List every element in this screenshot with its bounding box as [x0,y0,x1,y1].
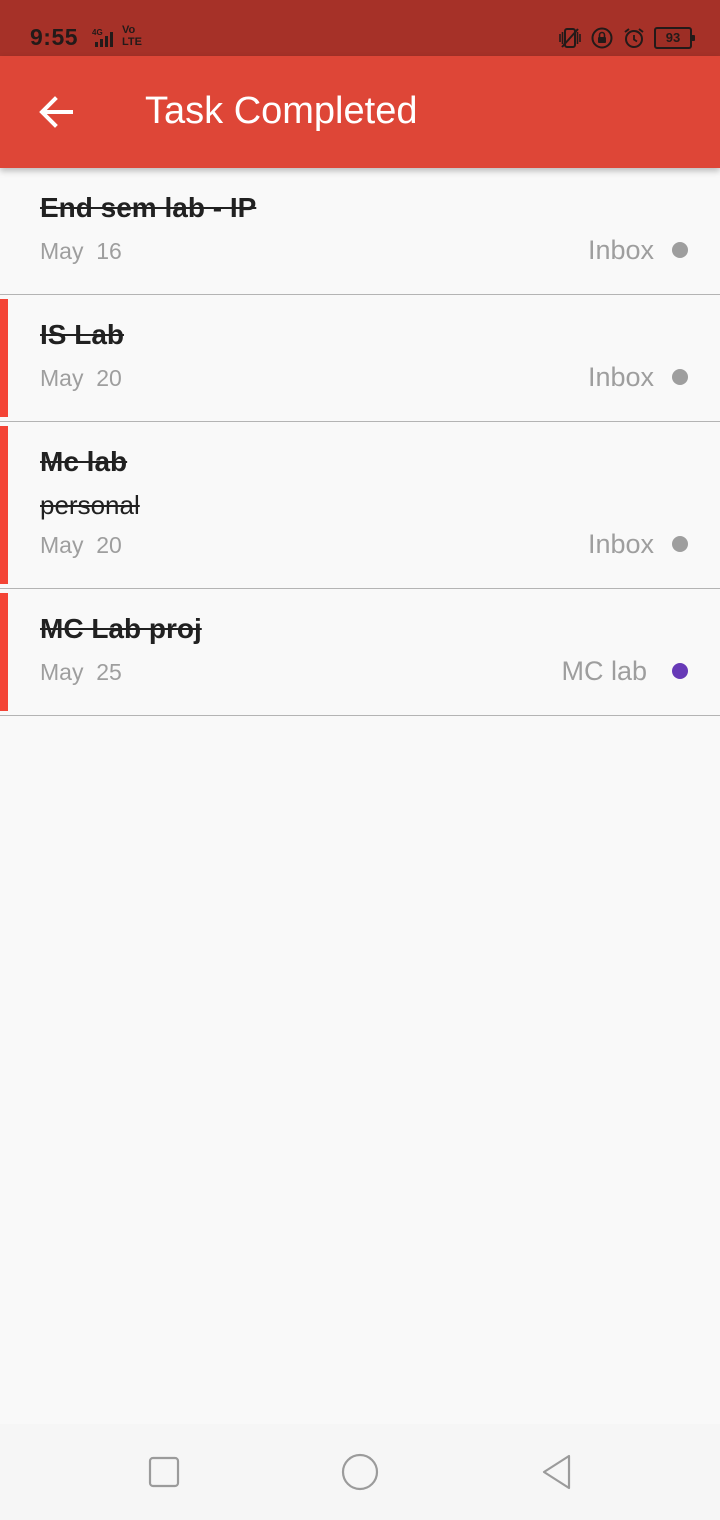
task-project: MC lab [561,656,647,686]
task-title: Mc lab [40,446,128,477]
task-date: May 20 [40,365,122,391]
task-note: personal [40,490,140,520]
status-bar: 9:55 4G Vo LTE 93 [0,0,720,56]
volte-bottom: LTE [122,36,142,48]
priority-stripe [0,593,8,711]
project-color-dot [672,663,688,679]
task-title: End sem lab - IP [40,192,257,223]
task-item[interactable]: MC Lab proj May 25 MC lab [0,589,720,716]
rotation-lock-icon [591,27,613,49]
page-title: Task Completed [145,90,418,132]
task-item[interactable]: IS Lab May 20 Inbox [0,295,720,422]
back-nav-button[interactable] [534,1450,578,1494]
battery-indicator: 93 [654,27,695,49]
project-color-dot [672,242,688,258]
recents-icon [148,1456,180,1488]
priority-stripe [0,299,8,417]
task-title: MC Lab proj [40,613,202,644]
app-bar: Task Completed [0,56,720,168]
task-title: IS Lab [40,319,125,350]
priority-stripe [0,172,8,290]
task-project: Inbox [587,235,654,265]
project-color-dot [672,536,688,552]
recents-button[interactable] [142,1450,186,1494]
navigation-bar [0,1424,720,1520]
priority-stripe [0,426,8,584]
vibrate-icon [559,28,581,48]
svg-text:4G: 4G [92,28,103,37]
status-time: 9:55 [30,24,79,50]
signal-icon: 4G [92,28,113,47]
task-date: May 20 [40,532,122,558]
back-icon [542,1454,571,1490]
back-button[interactable] [24,80,88,144]
project-color-dot [672,369,688,385]
arrow-left-icon [39,96,73,128]
volte-top: Vo [122,24,136,36]
alarm-icon [624,28,644,48]
status-icons: 93 [558,24,695,52]
home-button[interactable] [338,1450,382,1494]
task-item[interactable]: End sem lab - IP May 16 Inbox [0,168,720,295]
task-project: Inbox [587,362,654,392]
volte-indicator: Vo LTE [122,24,142,48]
task-date: May 25 [40,659,122,685]
task-project: Inbox [587,529,654,559]
task-date: May 16 [40,238,122,264]
home-icon [341,1453,379,1491]
task-item[interactable]: Mc lab personal May 20 Inbox [0,422,720,589]
task-list: End sem lab - IP May 16 Inbox IS Lab May… [0,168,720,716]
